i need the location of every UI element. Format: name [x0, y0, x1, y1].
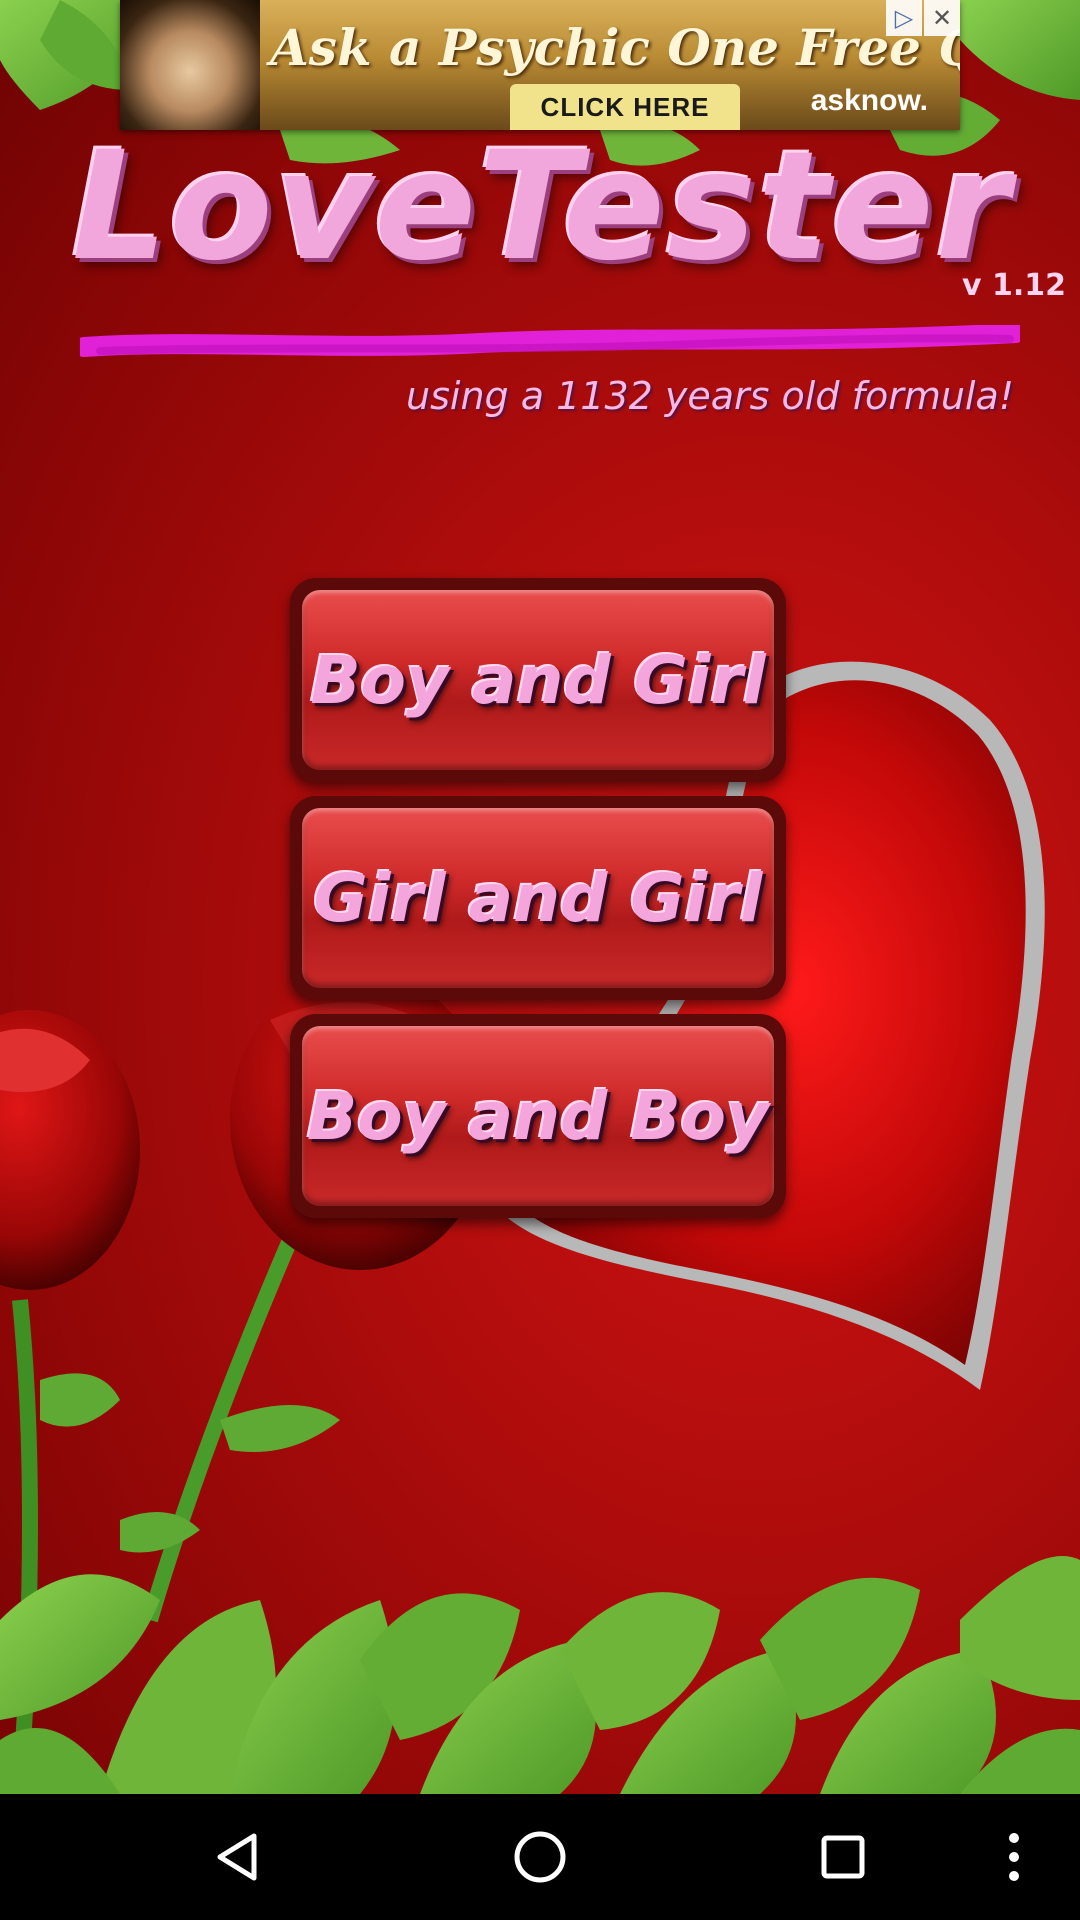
home-icon[interactable] — [507, 1824, 573, 1890]
ad-image — [120, 0, 260, 130]
boy-and-boy-button[interactable]: Boy and Boy — [290, 1014, 786, 1218]
menu-icon[interactable] — [994, 1824, 1034, 1890]
title-underline — [80, 325, 1020, 357]
app-screen: Ask a Psychic One Free Question CLICK HE… — [0, 0, 1080, 1794]
subtitle: using a 1132 years old formula! — [406, 374, 1014, 418]
app-title: LoveTester — [72, 120, 1012, 294]
button-label: Boy and Girl — [310, 641, 766, 719]
boy-and-girl-button[interactable]: Boy and Girl — [290, 578, 786, 782]
ad-banner[interactable]: Ask a Psychic One Free Question CLICK HE… — [120, 0, 960, 130]
back-icon[interactable] — [204, 1824, 270, 1890]
girl-and-girl-button[interactable]: Girl and Girl — [290, 796, 786, 1000]
ad-choices-icon[interactable]: ▷ — [886, 0, 922, 36]
ad-close-icon[interactable]: ✕ — [924, 0, 960, 36]
ad-brand-logo: asknow. — [810, 84, 928, 117]
ad-headline: Ask a Psychic One Free Question — [270, 18, 960, 77]
navigation-bar — [0, 1794, 1080, 1920]
button-label: Girl and Girl — [313, 859, 763, 937]
button-label: Boy and Boy — [306, 1077, 770, 1155]
recents-icon[interactable] — [810, 1824, 876, 1890]
version-label: v 1.12 — [961, 268, 1066, 303]
